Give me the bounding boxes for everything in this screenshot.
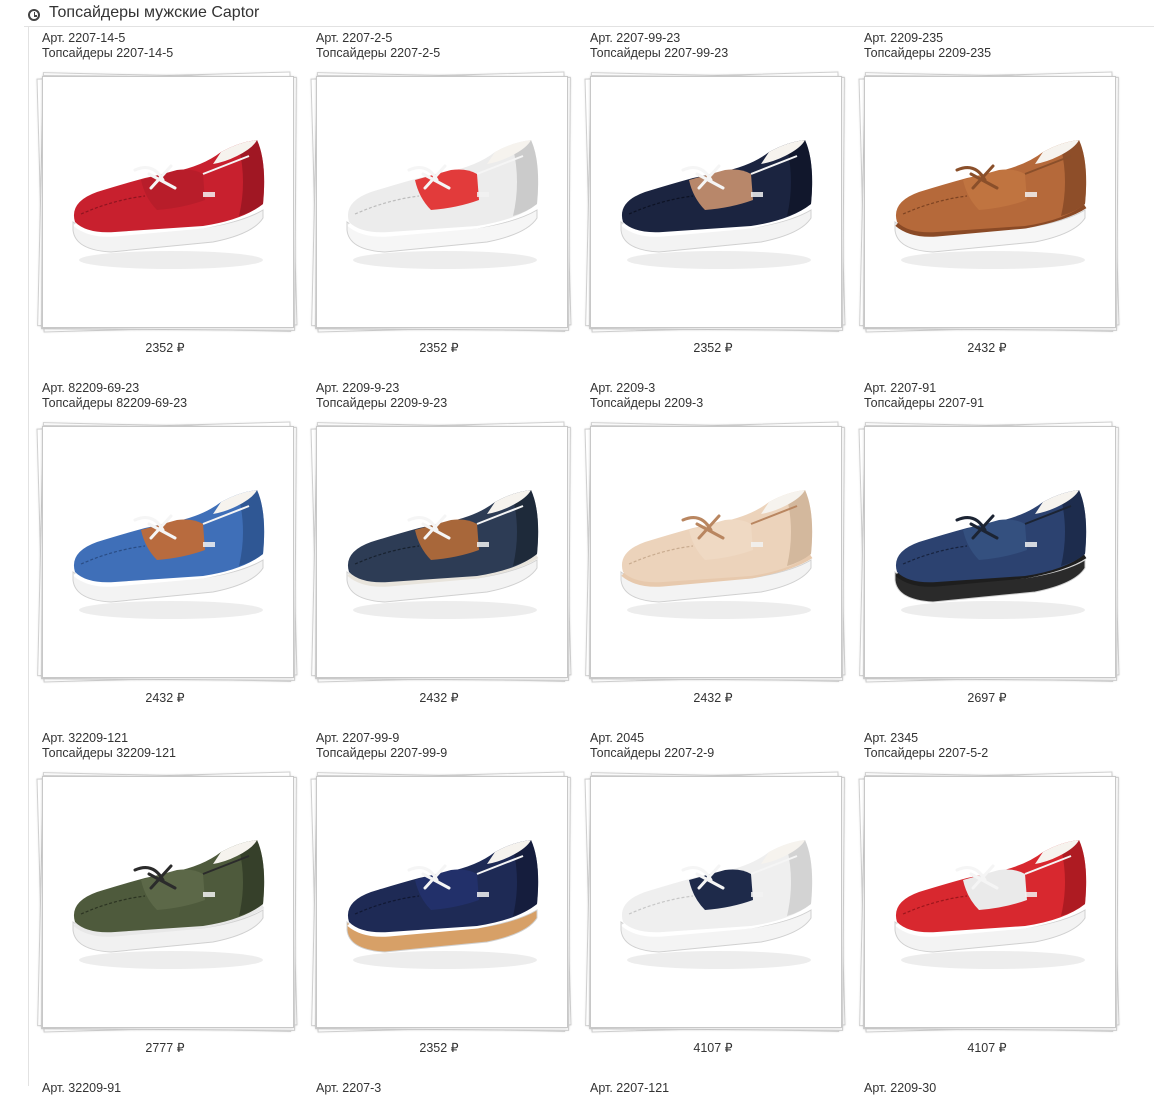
product-sku: Арт. 2207-2-5 bbox=[316, 31, 393, 45]
product-price: 4107 ₽ bbox=[693, 1041, 733, 1055]
product-photo[interactable] bbox=[590, 76, 842, 328]
shoe-image[interactable] bbox=[53, 122, 283, 282]
photo-stack bbox=[306, 421, 572, 684]
product-card[interactable]: Арт. 2209-9-23 Топсайдеры 2209-9-23 2432 ₽ bbox=[304, 378, 578, 728]
product-card[interactable]: Арт. 2207-2-5 Топсайдеры 2207-2-5 2352 ₽ bbox=[304, 28, 578, 378]
photo-stack bbox=[306, 771, 572, 1034]
photo-stack bbox=[580, 421, 846, 684]
product-card[interactable]: Арт. 2045 Топсайдеры 2207-2-9 4107 ₽ bbox=[578, 728, 852, 1078]
product-sku: Арт. 2207-99-9 bbox=[316, 731, 400, 745]
shoe-image[interactable] bbox=[53, 472, 283, 632]
product-card[interactable]: Арт. 2209-3 Топсайдеры 2209-3 2432 ₽ bbox=[578, 378, 852, 728]
product-sku: Арт. 2207-99-23 bbox=[590, 31, 681, 45]
product-name[interactable]: Топсайдеры 32209-121 bbox=[42, 746, 176, 761]
product-photo[interactable] bbox=[864, 76, 1116, 328]
product-name[interactable]: Топсайдеры 2209-3 bbox=[590, 396, 703, 411]
product-price: 2432 ₽ bbox=[145, 691, 185, 705]
product-name[interactable]: Топсайдеры 2207-5-2 bbox=[864, 746, 988, 761]
shoe-image[interactable] bbox=[875, 122, 1105, 282]
product-price: 2432 ₽ bbox=[967, 341, 1007, 355]
photo-stack bbox=[580, 71, 846, 334]
product-price: 2697 ₽ bbox=[967, 691, 1007, 705]
clock-icon bbox=[28, 9, 40, 21]
product-photo[interactable] bbox=[42, 776, 294, 1028]
shoe-image[interactable] bbox=[327, 122, 557, 282]
product-card[interactable]: Арт. 2207-3 bbox=[304, 1078, 578, 1095]
product-photo[interactable] bbox=[590, 426, 842, 678]
product-name[interactable]: Топсайдеры 2207-91 bbox=[864, 396, 984, 411]
product-name[interactable]: Топсайдеры 2207-14-5 bbox=[42, 46, 173, 61]
product-card[interactable]: Арт. 2209-235 Топсайдеры 2209-235 2432 ₽ bbox=[852, 28, 1126, 378]
product-sku: Арт. 2045 bbox=[590, 731, 645, 745]
shoe-image[interactable] bbox=[875, 472, 1105, 632]
product-card[interactable]: Арт. 2207-14-5 Топсайдеры 2207-14-5 2352 ₽ bbox=[30, 28, 304, 378]
shoe-image[interactable] bbox=[601, 122, 831, 282]
product-photo[interactable] bbox=[316, 776, 568, 1028]
shoe-image[interactable] bbox=[601, 822, 831, 982]
product-sku: Арт. 2207-91 bbox=[864, 381, 937, 395]
product-price: 2352 ₽ bbox=[419, 1041, 459, 1055]
photo-stack bbox=[32, 771, 298, 1034]
product-name[interactable]: Топсайдеры 2207-99-23 bbox=[590, 46, 728, 61]
photo-stack bbox=[854, 421, 1120, 684]
photo-stack bbox=[32, 421, 298, 684]
product-sku: Арт. 32209-121 bbox=[42, 731, 129, 745]
product-photo[interactable] bbox=[590, 776, 842, 1028]
shoe-image[interactable] bbox=[327, 822, 557, 982]
content-border bbox=[28, 26, 29, 1086]
photo-stack bbox=[854, 71, 1120, 334]
product-sku: Арт. 2209-235 bbox=[864, 31, 944, 45]
product-card[interactable]: Арт. 32209-91 bbox=[30, 1078, 304, 1095]
product-sku: Арт. 2345 bbox=[864, 731, 919, 745]
product-sku: Арт. 2207-14-5 bbox=[42, 31, 126, 45]
product-sku: Арт. 82209-69-23 bbox=[42, 381, 140, 395]
photo-stack bbox=[306, 71, 572, 334]
product-card[interactable]: Арт. 2345 Топсайдеры 2207-5-2 4107 ₽ bbox=[852, 728, 1126, 1078]
product-photo[interactable] bbox=[42, 426, 294, 678]
page-title: Топсайдеры мужские Captor bbox=[49, 4, 260, 21]
product-sku: Арт. 2209-3 bbox=[590, 381, 656, 395]
product-name[interactable]: Топсайдеры 2209-235 bbox=[864, 46, 991, 61]
product-photo[interactable] bbox=[864, 426, 1116, 678]
product-sku: Арт. 2207-3 bbox=[316, 1081, 382, 1095]
product-price: 4107 ₽ bbox=[967, 1041, 1007, 1055]
product-name[interactable]: Топсайдеры 2207-2-9 bbox=[590, 746, 714, 761]
product-photo[interactable] bbox=[42, 76, 294, 328]
shoe-image[interactable] bbox=[875, 822, 1105, 982]
shoe-image[interactable] bbox=[601, 472, 831, 632]
product-name[interactable]: Топсайдеры 2207-2-5 bbox=[316, 46, 440, 61]
product-sku: Арт. 2209-30 bbox=[864, 1081, 937, 1095]
product-price: 2352 ₽ bbox=[419, 341, 459, 355]
shoe-image[interactable] bbox=[327, 472, 557, 632]
product-price: 2432 ₽ bbox=[693, 691, 733, 705]
product-price: 2432 ₽ bbox=[419, 691, 459, 705]
product-name[interactable]: Топсайдеры 82209-69-23 bbox=[42, 396, 187, 411]
product-card[interactable]: Арт. 82209-69-23 Топсайдеры 82209-69-23 24… bbox=[30, 378, 304, 728]
product-card[interactable]: Арт. 2207-99-9 Топсайдеры 2207-99-9 2352 ₽ bbox=[304, 728, 578, 1078]
product-photo[interactable] bbox=[316, 76, 568, 328]
photo-stack bbox=[854, 771, 1120, 1034]
shoe-image[interactable] bbox=[53, 822, 283, 982]
photo-stack bbox=[32, 71, 298, 334]
product-price: 2777 ₽ bbox=[145, 1041, 185, 1055]
product-card[interactable]: Арт. 2209-30 bbox=[852, 1078, 1126, 1095]
product-card[interactable]: Арт. 32209-121 Топсайдеры 32209-121 2777 ₽ bbox=[30, 728, 304, 1078]
page-header: Топсайдеры мужские Captor bbox=[24, 0, 1154, 27]
product-photo[interactable] bbox=[316, 426, 568, 678]
product-name[interactable]: Топсайдеры 2209-9-23 bbox=[316, 396, 447, 411]
product-sku: Арт. 2209-9-23 bbox=[316, 381, 400, 395]
photo-stack bbox=[580, 771, 846, 1034]
product-price: 2352 ₽ bbox=[145, 341, 185, 355]
product-photo[interactable] bbox=[864, 776, 1116, 1028]
product-price: 2352 ₽ bbox=[693, 341, 733, 355]
product-card[interactable]: Арт. 2207-91 Топсайдеры 2207-91 2697 ₽ bbox=[852, 378, 1126, 728]
product-name[interactable]: Топсайдеры 2207-99-9 bbox=[316, 746, 447, 761]
product-sku: Арт. 2207-121 bbox=[590, 1081, 670, 1095]
product-card[interactable]: Арт. 2207-121 bbox=[578, 1078, 852, 1095]
product-card[interactable]: Арт. 2207-99-23 Топсайдеры 2207-99-23 2352… bbox=[578, 28, 852, 378]
product-sku: Арт. 32209-91 bbox=[42, 1081, 122, 1095]
